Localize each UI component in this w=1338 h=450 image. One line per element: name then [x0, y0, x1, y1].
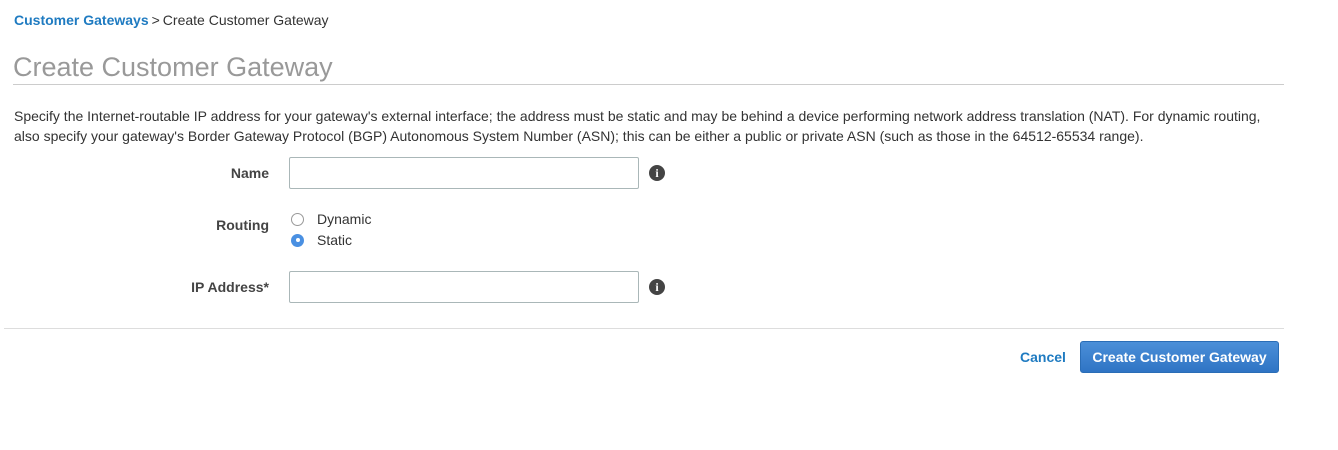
routing-label: Routing: [216, 217, 269, 233]
routing-option-static[interactable]: Static: [291, 231, 352, 249]
name-label: Name: [230, 165, 269, 181]
name-input[interactable]: [289, 157, 639, 189]
breadcrumb: Customer Gateways > Create Customer Gatewa…: [14, 12, 329, 28]
title-divider: [13, 84, 1284, 85]
breadcrumb-current: Create Customer Gateway: [162, 12, 329, 28]
static-radio[interactable]: [291, 233, 304, 247]
breadcrumb-separator: >: [151, 12, 160, 28]
dynamic-radio-label: Dynamic: [317, 211, 372, 227]
create-customer-gateway-button[interactable]: Create Customer Gateway: [1080, 341, 1279, 373]
ip-address-input[interactable]: [289, 271, 639, 303]
cancel-button[interactable]: Cancel: [1020, 349, 1066, 365]
page-title: Create Customer Gateway: [13, 52, 333, 82]
name-info-icon[interactable]: i: [649, 165, 665, 181]
dynamic-radio[interactable]: [291, 212, 304, 226]
ip-address-info-icon[interactable]: i: [649, 279, 665, 295]
routing-option-dynamic[interactable]: Dynamic: [291, 210, 371, 228]
footer-divider: [4, 328, 1284, 329]
static-radio-label: Static: [317, 232, 353, 248]
page-description: Specify the Internet-routable IP address…: [14, 108, 1261, 144]
breadcrumb-customer-gateways-link[interactable]: Customer Gateways: [14, 12, 149, 28]
ip-address-label: IP Address*: [191, 279, 269, 295]
